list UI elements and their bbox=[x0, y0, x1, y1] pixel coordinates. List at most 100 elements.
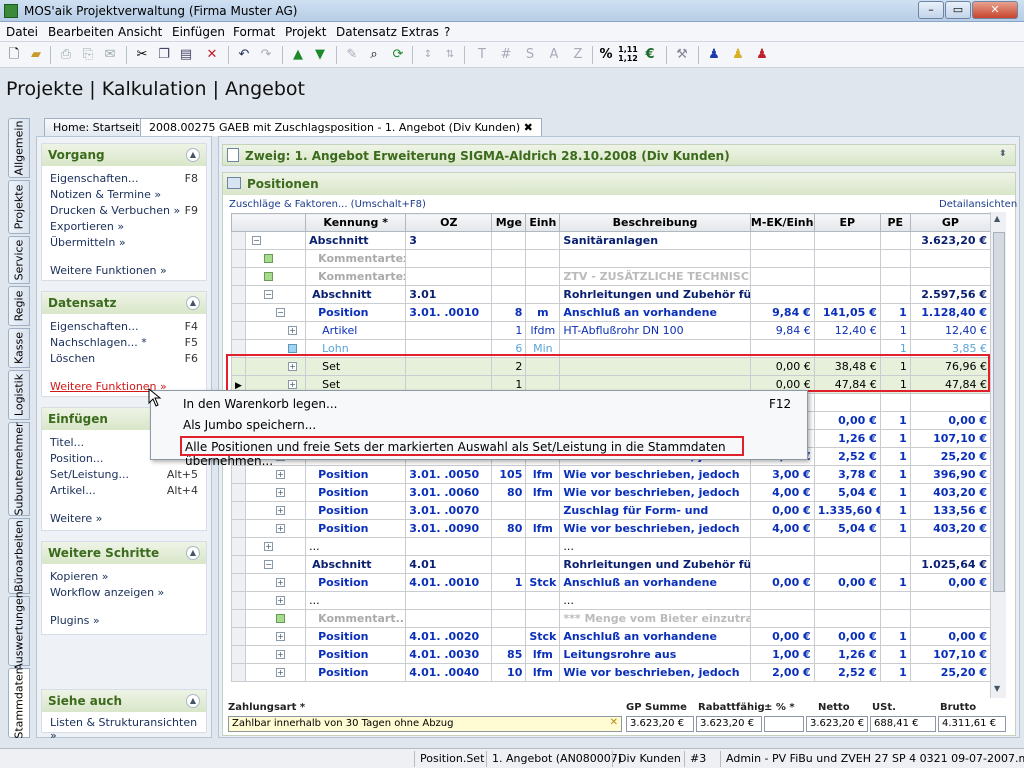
cell-ep[interactable] bbox=[813, 609, 881, 628]
tree-cell[interactable]: + bbox=[245, 465, 307, 484]
cell-gp[interactable]: 107,10 € bbox=[909, 429, 992, 448]
cell-gp[interactable] bbox=[909, 537, 992, 556]
row-indicator[interactable] bbox=[230, 501, 247, 520]
minimize-button[interactable]: – bbox=[918, 1, 944, 19]
new-document-icon[interactable]: 🗋 bbox=[4, 45, 24, 65]
cell-pe[interactable] bbox=[879, 591, 911, 610]
cell-gp[interactable]: 403,20 € bbox=[909, 483, 992, 502]
vorgang-eigenschaften-link[interactable]: Eigenschaften... bbox=[50, 172, 138, 185]
cell-pe[interactable] bbox=[879, 267, 911, 286]
cell-oz[interactable] bbox=[405, 249, 493, 268]
cell-pe[interactable]: 1 bbox=[879, 573, 911, 592]
cell-ep[interactable] bbox=[813, 231, 881, 250]
tab-angebot[interactable]: 2008.00275 GAEB mit Zuschlagsposition - … bbox=[140, 118, 542, 136]
cell-mge[interactable]: 80 bbox=[491, 483, 527, 502]
cell-oz[interactable]: 3.01. .0070 bbox=[405, 501, 493, 520]
menu-help[interactable]: ? bbox=[444, 25, 450, 39]
expand-collapse-icon[interactable]: + bbox=[276, 470, 286, 479]
cell-beschreibung[interactable]: Wie vor beschrieben, jedoch bbox=[559, 663, 751, 682]
cell-kennung[interactable]: Position bbox=[305, 573, 407, 592]
cell-mek[interactable]: 2,00 € bbox=[749, 663, 815, 682]
tree-cell[interactable]: − bbox=[245, 285, 307, 304]
expand-collapse-icon[interactable]: + bbox=[276, 524, 286, 533]
search-icon[interactable]: ⌕ bbox=[364, 45, 384, 65]
col-pe[interactable]: PE bbox=[879, 213, 911, 232]
menu-extras[interactable]: Extras bbox=[401, 25, 439, 39]
cell-pe[interactable]: 1 bbox=[879, 429, 911, 448]
menu-item-jumbo[interactable]: Als Jumbo speichern... bbox=[183, 418, 316, 432]
cell-oz[interactable] bbox=[405, 267, 493, 286]
cell-kennung[interactable]: Abschnitt bbox=[305, 231, 407, 250]
cell-mek[interactable]: 0,00 € bbox=[749, 573, 815, 592]
user-blue-icon[interactable]: ♟ bbox=[704, 45, 724, 65]
cell-ep[interactable]: 47,84 € bbox=[813, 375, 881, 394]
cell-mge[interactable]: 105 bbox=[491, 465, 527, 484]
cell-ep[interactable] bbox=[813, 555, 881, 574]
datensatz-eigenschaften-link[interactable]: Eigenschaften... bbox=[50, 320, 138, 333]
cell-gp[interactable] bbox=[909, 609, 992, 628]
cell-mge[interactable]: 10 bbox=[491, 663, 527, 682]
tree-cell[interactable]: − bbox=[245, 303, 307, 322]
tree-cell[interactable]: + bbox=[245, 321, 307, 340]
cell-pe[interactable] bbox=[879, 249, 911, 268]
cell-kennung[interactable]: ... bbox=[305, 591, 407, 610]
row-indicator[interactable] bbox=[230, 519, 247, 538]
cell-oz[interactable]: 3.01 bbox=[405, 285, 493, 304]
row-indicator[interactable] bbox=[230, 537, 247, 556]
cell-gp[interactable]: 403,20 € bbox=[909, 519, 992, 538]
decimal-icon[interactable]: 1,11 1,12 bbox=[618, 45, 638, 65]
cell-einh[interactable]: lfdm bbox=[525, 321, 561, 340]
cell-gp[interactable]: 47,84 € bbox=[909, 375, 992, 394]
cell-ep[interactable]: 2,52 € bbox=[813, 447, 881, 466]
expand-collapse-icon[interactable]: + bbox=[276, 596, 286, 605]
cell-oz[interactable] bbox=[405, 357, 493, 376]
cell-kennung[interactable]: Position bbox=[305, 627, 407, 646]
side-tab-logistik[interactable]: Logistik bbox=[8, 370, 30, 420]
cell-pe[interactable]: 1 bbox=[879, 627, 911, 646]
cell-oz[interactable] bbox=[405, 609, 493, 628]
cell-pe[interactable]: 1 bbox=[879, 501, 911, 520]
cell-einh[interactable]: lfm bbox=[525, 483, 561, 502]
cell-beschreibung[interactable]: Anschluß an vorhandene bbox=[559, 303, 751, 322]
cell-kennung[interactable]: Position bbox=[305, 645, 407, 664]
nachschlagen-link[interactable]: Nachschlagen... * bbox=[50, 336, 147, 349]
cell-pe[interactable]: 1 bbox=[879, 339, 911, 358]
user-red-icon[interactable]: ♟ bbox=[752, 45, 772, 65]
table-row[interactable]: Kommentartext ZTV - ZUSÄTZLICHE TECHNISCH… bbox=[230, 267, 992, 286]
expand-collapse-icon[interactable]: + bbox=[276, 650, 286, 659]
table-row[interactable]: Lohn 6 Min 1 3,85 € bbox=[230, 339, 992, 358]
cell-beschreibung[interactable]: Wie vor beschrieben, jedoch bbox=[559, 483, 751, 502]
row-indicator[interactable] bbox=[230, 231, 247, 250]
cell-oz[interactable]: 4.01. .0020 bbox=[405, 627, 493, 646]
table-row[interactable]: +...... bbox=[230, 537, 992, 556]
cell-beschreibung[interactable] bbox=[559, 357, 751, 376]
scroll-down-icon[interactable]: ▼ bbox=[994, 684, 1000, 693]
cell-mek[interactable] bbox=[749, 609, 815, 628]
cell-einh[interactable] bbox=[525, 609, 561, 628]
cell-einh[interactable] bbox=[525, 501, 561, 520]
collapse-icon[interactable]: ▲ bbox=[186, 694, 200, 708]
listen-strukturansichten-link[interactable]: Listen & Strukturansichten » bbox=[50, 716, 206, 742]
col-einh[interactable]: Einh bbox=[525, 213, 561, 232]
cell-oz[interactable]: 3.01. .0090 bbox=[405, 519, 493, 538]
table-row[interactable]: + Set 2 0,00 €38,48 €1 76,96 € bbox=[230, 357, 992, 376]
cell-kennung[interactable]: Kommentart... bbox=[305, 609, 407, 628]
side-tab-stammdaten[interactable]: Stammdaten bbox=[8, 667, 30, 739]
cell-ep[interactable]: 2,52 € bbox=[813, 663, 881, 682]
collapse-icon[interactable]: ▲ bbox=[186, 546, 200, 560]
expand-collapse-icon[interactable]: + bbox=[276, 668, 286, 677]
col-kennung[interactable]: Kennung * bbox=[305, 213, 407, 232]
leaf-icon[interactable] bbox=[288, 344, 298, 353]
open-folder-icon[interactable]: ▰ bbox=[26, 45, 46, 65]
cell-gp[interactable]: 2.597,56 € bbox=[909, 285, 992, 304]
cell-gp[interactable] bbox=[909, 591, 992, 610]
tree-cell[interactable]: + bbox=[245, 537, 307, 556]
expand-collapse-icon[interactable]: + bbox=[276, 506, 286, 515]
cell-kennung[interactable]: Position bbox=[305, 483, 407, 502]
cell-gp[interactable]: 25,20 € bbox=[909, 447, 992, 466]
leaf-icon[interactable] bbox=[264, 254, 274, 263]
expand-collapse-icon[interactable]: + bbox=[288, 380, 298, 389]
cell-beschreibung[interactable]: Sanitäranlagen bbox=[559, 231, 751, 250]
clear-icon[interactable]: ✕ bbox=[610, 717, 618, 728]
cell-ep[interactable]: 0,00 € bbox=[813, 411, 881, 430]
